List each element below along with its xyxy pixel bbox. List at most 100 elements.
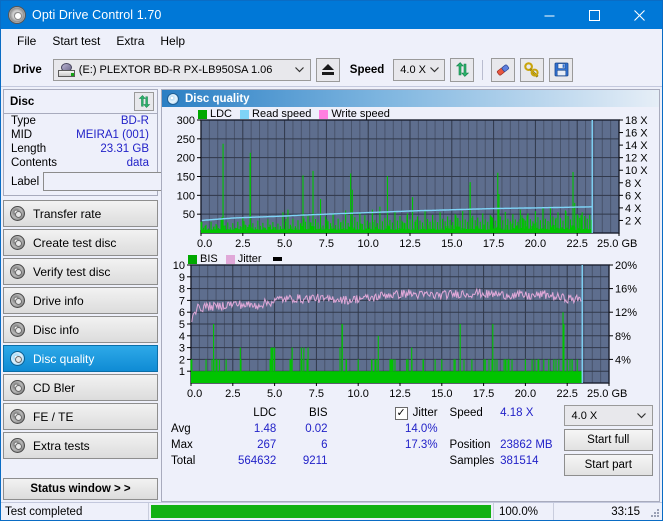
- drive-label: Drive: [13, 63, 42, 76]
- chart2-legend: BIS Jitter: [188, 253, 282, 265]
- stats-readout-values: 4.18 X 23862 MB 381514: [496, 405, 563, 476]
- svg-text:16%: 16%: [615, 284, 637, 296]
- test-speed-select[interactable]: 4.0 X: [563, 405, 653, 426]
- sidebar-item-transfer-rate[interactable]: Transfer rate: [3, 200, 158, 227]
- sidebar-item-verify-test-disc[interactable]: Verify test disc: [3, 258, 158, 285]
- stats-col-ldc: LDC 1.48 267 564632: [220, 405, 276, 476]
- stats-ldc-total: 564632: [237, 455, 277, 467]
- disc-row-length: Length 23.31 GB: [4, 142, 157, 156]
- stats-bis-max: 6: [321, 439, 328, 451]
- resize-grip[interactable]: [650, 503, 662, 520]
- legend-label-ldc: LDC: [210, 108, 233, 120]
- disc-icon: [10, 206, 25, 221]
- svg-text:300: 300: [177, 115, 195, 127]
- start-part-button[interactable]: Start part: [563, 454, 653, 476]
- sidebar-item-fe-te[interactable]: FE / TE: [3, 403, 158, 430]
- stats-col-bis: BIS 0.02 6 9211: [276, 405, 328, 476]
- svg-text:8 X: 8 X: [625, 178, 642, 190]
- stats-actions: 4.0 X Start full Start part: [563, 405, 659, 476]
- eject-icon: [321, 64, 334, 75]
- sidebar-item-disc-quality[interactable]: Disc quality: [3, 345, 158, 372]
- menu-file[interactable]: File: [9, 31, 44, 51]
- status-message: Test completed: [1, 503, 149, 520]
- legend-marker-icon: [272, 257, 282, 261]
- disc-icon: [10, 322, 25, 337]
- speed-select[interactable]: 4.0 X: [393, 58, 446, 81]
- stats-header-ldc: LDC: [253, 407, 277, 419]
- tools-button[interactable]: [520, 57, 545, 82]
- stats-ldc-max: 267: [257, 439, 277, 451]
- status-bar: Test completed 100.0% 33:15: [1, 502, 662, 520]
- svg-text:50: 50: [183, 209, 195, 221]
- svg-text:25.0 GB: 25.0 GB: [597, 238, 637, 250]
- legend-label-jitter: Jitter: [237, 253, 262, 265]
- disc-icon: [167, 92, 179, 105]
- menu-bar: File Start test Extra Help: [1, 29, 662, 53]
- start-full-button[interactable]: Start full: [563, 429, 653, 451]
- svg-text:25.0 GB: 25.0 GB: [587, 388, 627, 400]
- svg-text:4%: 4%: [615, 354, 631, 366]
- eject-button[interactable]: [315, 57, 340, 82]
- svg-text:8%: 8%: [615, 331, 631, 343]
- svg-text:14 X: 14 X: [625, 140, 648, 152]
- disc-row-contents: Contents data: [4, 156, 157, 170]
- maximize-icon[interactable]: [572, 1, 617, 29]
- sidebar-item-create-test-disc[interactable]: Create test disc: [3, 229, 158, 256]
- main-body: Disc Type BD-R MID MEIRA1 (001) Length 2…: [1, 87, 662, 502]
- stats-jitter-max: 17.3%: [404, 439, 438, 451]
- svg-text:2: 2: [179, 354, 185, 366]
- sidebar-item-drive-info[interactable]: Drive info: [3, 287, 158, 314]
- svg-text:17.5: 17.5: [473, 388, 494, 400]
- toolbar-separator: [482, 59, 484, 80]
- svg-text:12.5: 12.5: [399, 238, 420, 250]
- svg-text:20%: 20%: [615, 260, 637, 272]
- status-window-button[interactable]: Status window > >: [3, 478, 158, 500]
- svg-text:10.0: 10.0: [357, 238, 378, 250]
- svg-text:1: 1: [179, 366, 185, 378]
- svg-text:12%: 12%: [615, 307, 637, 319]
- progress-percent: 100.0%: [494, 503, 554, 520]
- legend-label-write-speed: Write speed: [331, 108, 390, 120]
- drive-select-value: (E:) PLEXTOR BD-R PX-LB950SA 1.06: [78, 63, 273, 76]
- drive-select[interactable]: (E:) PLEXTOR BD-R PX-LB950SA 1.06: [52, 58, 311, 81]
- menu-help[interactable]: Help: [152, 31, 193, 51]
- readout-key-position: Position: [449, 439, 491, 451]
- svg-text:20.0: 20.0: [525, 238, 546, 250]
- sidebar-item-extra-tests[interactable]: Extra tests: [3, 432, 158, 459]
- elapsed-time: 33:15: [611, 505, 640, 518]
- legend-swatch-bis: [188, 254, 197, 264]
- disc-refresh-button[interactable]: [134, 92, 154, 111]
- svg-text:7.5: 7.5: [309, 388, 324, 400]
- sidebar-item-label: FE / TE: [33, 409, 74, 424]
- stats-jitter-avg: 14.0%: [404, 423, 438, 435]
- sidebar-item-cd-bler[interactable]: CD Bler: [3, 374, 158, 401]
- save-button[interactable]: [549, 57, 574, 82]
- menu-start-test[interactable]: Start test: [44, 31, 108, 51]
- minimize-icon[interactable]: [527, 1, 572, 29]
- svg-text:2 X: 2 X: [625, 215, 642, 227]
- close-icon[interactable]: [617, 1, 662, 29]
- stats-readout-keys: Speed Position Samples: [438, 405, 497, 476]
- disc-row-mid: MID MEIRA1 (001): [4, 128, 157, 142]
- readout-value-position: 23862 MB: [500, 439, 553, 451]
- sidebar-item-disc-info[interactable]: Disc info: [3, 316, 158, 343]
- refresh-button[interactable]: [450, 57, 475, 82]
- disc-icon: [10, 409, 25, 424]
- disc-row-value: 23.31 GB: [100, 143, 149, 155]
- menu-extra[interactable]: Extra: [108, 31, 152, 51]
- disc-row-value: BD-R: [120, 115, 149, 127]
- erase-button[interactable]: [491, 57, 516, 82]
- svg-text:12.5: 12.5: [389, 388, 410, 400]
- stats-header-bis: BIS: [309, 407, 328, 419]
- svg-text:8: 8: [179, 284, 185, 296]
- svg-text:200: 200: [177, 153, 195, 165]
- test-speed-value: 4.0 X: [571, 409, 598, 422]
- svg-text:7.5: 7.5: [319, 238, 334, 250]
- disc-icon: [10, 264, 25, 279]
- jitter-checkbox[interactable]: ✓: [394, 406, 408, 420]
- chevron-down-icon: [292, 65, 308, 75]
- speed-label: Speed: [349, 63, 385, 76]
- disc-label-row: Label: [4, 170, 215, 195]
- disc-row-key: Contents: [11, 157, 58, 169]
